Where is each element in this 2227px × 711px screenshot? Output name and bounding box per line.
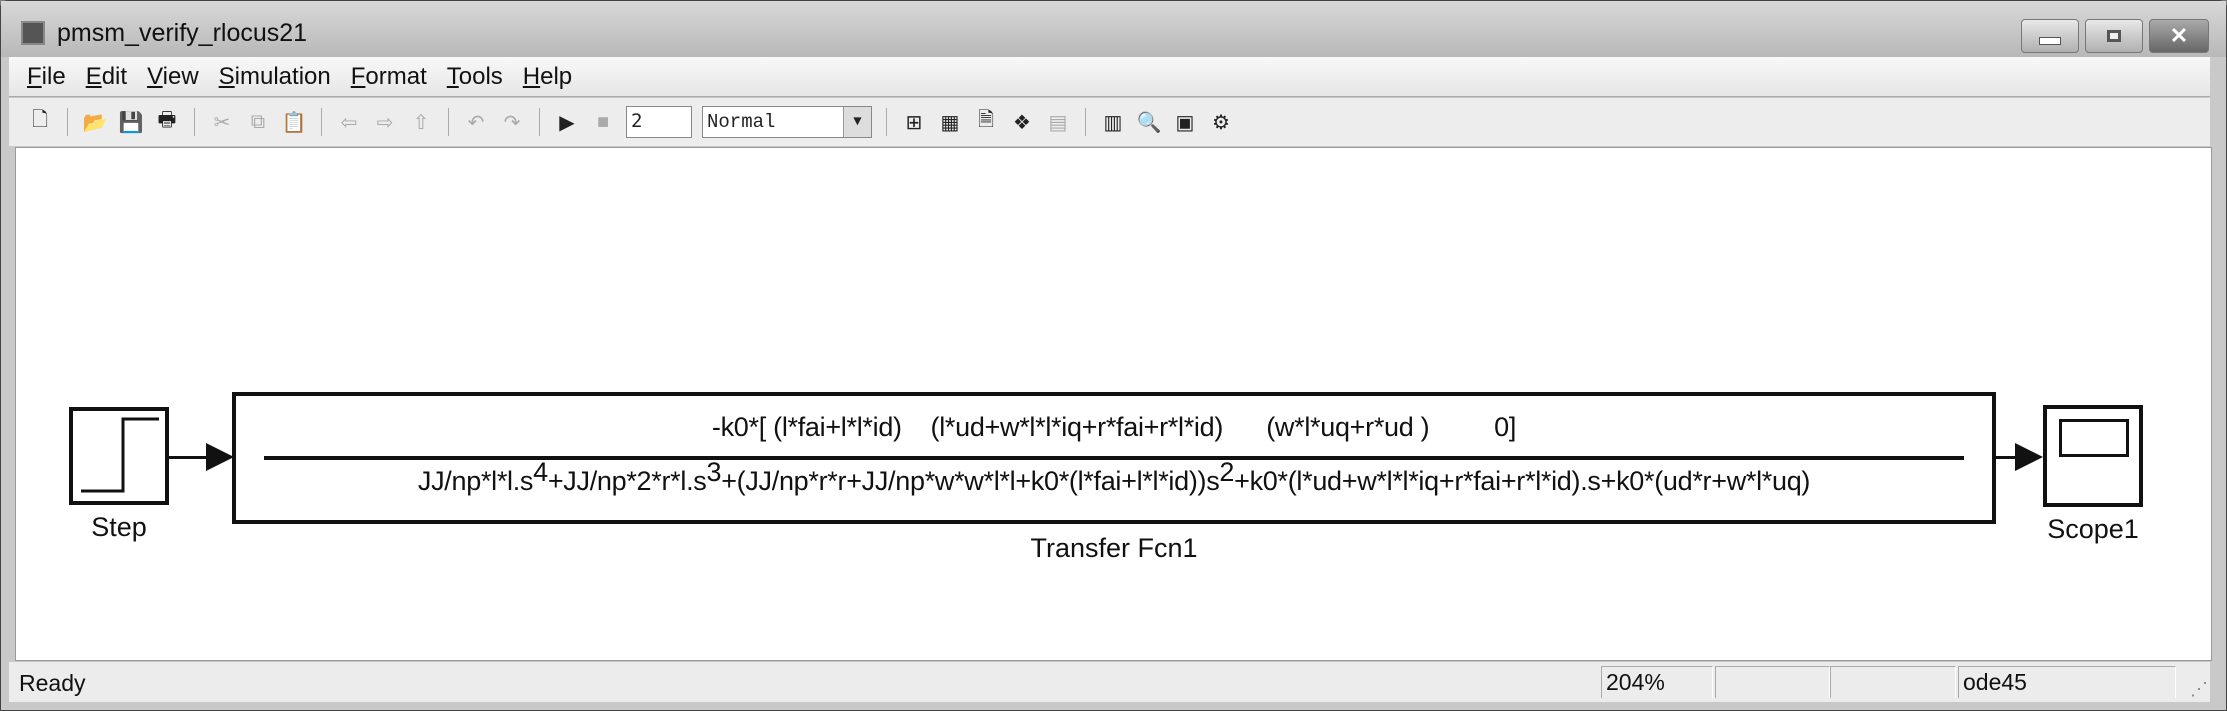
- separator: [1085, 108, 1086, 136]
- arrow-head-icon: [2015, 443, 2043, 471]
- simulation-mode-value: Normal: [707, 111, 776, 133]
- status-field: [1715, 666, 1830, 698]
- start-simulation-icon[interactable]: ▶: [554, 109, 580, 135]
- model-advisor-icon[interactable]: 🗎: [973, 109, 999, 135]
- menu-edit[interactable]: Edit: [86, 63, 127, 91]
- fraction-bar: [264, 456, 1964, 460]
- simulink-app-icon: [21, 21, 45, 45]
- den-exponent: 2: [1219, 457, 1235, 487]
- layers-icon[interactable]: ❖: [1009, 109, 1035, 135]
- close-icon: ✕: [2169, 23, 2189, 48]
- model-explorer-icon[interactable]: 🔍: [1136, 109, 1162, 135]
- separator: [194, 108, 195, 136]
- stop-simulation-icon[interactable]: ■: [590, 109, 616, 135]
- den-exponent: 4: [533, 457, 548, 487]
- menu-view[interactable]: View: [147, 63, 199, 91]
- den-term: JJ/np*l*l.s: [417, 466, 534, 496]
- title-bar: pmsm_verify_rlocus21 ✕: [1, 1, 2226, 57]
- minimize-icon: [2039, 37, 2061, 45]
- debugger-icon[interactable]: ▣: [1172, 109, 1198, 135]
- den-term: +JJ/np*2*r*l.s: [547, 466, 707, 496]
- simulation-mode-select[interactable]: Normal ▼: [702, 106, 872, 138]
- status-bar: Ready 204% ode45 ⋰: [9, 662, 2210, 702]
- scope-screen-icon: [2059, 419, 2129, 457]
- model-canvas[interactable]: Step -k0*[ (l*fai+l*l*id) (l*ud+w*l*l*iq…: [15, 147, 2212, 661]
- menu-tools[interactable]: Tools: [447, 63, 503, 91]
- menu-simulation[interactable]: Simulation: [219, 63, 331, 91]
- cut-icon[interactable]: ✂: [209, 109, 235, 135]
- open-folder-icon[interactable]: 📂: [82, 109, 108, 135]
- forward-arrow-icon[interactable]: ⇨: [372, 109, 398, 135]
- chevron-down-icon: ▼: [843, 107, 871, 137]
- close-button[interactable]: ✕: [2149, 19, 2209, 53]
- update-diagram-icon[interactable]: ▦: [937, 109, 963, 135]
- redo-icon[interactable]: ↷: [499, 109, 525, 135]
- menu-file[interactable]: File: [27, 63, 66, 91]
- arrow-head-icon: [206, 443, 234, 471]
- separator: [539, 108, 540, 136]
- separator: [448, 108, 449, 136]
- back-arrow-icon[interactable]: ⇦: [336, 109, 362, 135]
- step-icon: [81, 417, 159, 493]
- settings-gear-icon[interactable]: ⚙: [1208, 109, 1234, 135]
- save-icon[interactable]: 💾: [118, 109, 144, 135]
- window-title: pmsm_verify_rlocus21: [57, 19, 308, 47]
- den-term: +k0*(l*ud+w*l*l*iq+r*fai+r*l*id).s+k0*(u…: [1234, 466, 1811, 496]
- transfer-fcn-block[interactable]: -k0*[ (l*fai+l*l*id) (l*ud+w*l*l*iq+r*fa…: [232, 392, 1996, 524]
- step-block[interactable]: [69, 407, 169, 505]
- stop-time-input[interactable]: 2: [626, 106, 692, 138]
- den-exponent: 3: [706, 457, 722, 487]
- step-label: Step: [91, 512, 147, 542]
- maximize-icon: [2107, 30, 2121, 42]
- simulink-window: pmsm_verify_rlocus21 ✕ File Edit View Si…: [0, 0, 2227, 711]
- copy-icon[interactable]: ⧉: [245, 109, 271, 135]
- separator: [886, 108, 887, 136]
- resize-grip-icon[interactable]: ⋰: [2190, 679, 2208, 700]
- scope-block[interactable]: [2043, 405, 2143, 507]
- toolbar: 🗋 📂 💾 🖶 ✂ ⧉ 📋 ⇦ ⇨ ⇧ ↶ ↷ ▶ ■ 2 Normal ▼ ⊞ …: [9, 98, 2210, 146]
- den-term: +(JJ/np*r*r+JJ/np*w*w*l*l+k0*(l*fai+l*l*…: [721, 466, 1220, 496]
- new-model-icon[interactable]: 🗋: [27, 109, 53, 135]
- zoom-level: 204%: [1601, 666, 1713, 698]
- scope-label: Scope1: [2047, 514, 2139, 544]
- separator: [67, 108, 68, 136]
- tf-denominator: JJ/np*l*l.s4+JJ/np*2*r*l.s3+(JJ/np*r*r+J…: [236, 459, 1992, 497]
- paste-icon[interactable]: 📋: [281, 109, 307, 135]
- refresh-icon[interactable]: ▤: [1045, 109, 1071, 135]
- menu-help[interactable]: Help: [523, 63, 572, 91]
- build-icon[interactable]: ⊞: [901, 109, 927, 135]
- up-arrow-icon[interactable]: ⇧: [408, 109, 434, 135]
- status-text: Ready: [19, 670, 86, 696]
- transfer-fcn-label: Transfer Fcn1: [1030, 533, 1198, 563]
- tf-numerator: -k0*[ (l*fai+l*l*id) (l*ud+w*l*l*iq+r*fa…: [711, 412, 1517, 442]
- library-browser-icon[interactable]: ▥: [1100, 109, 1126, 135]
- separator: [321, 108, 322, 136]
- maximize-button[interactable]: [2085, 19, 2143, 53]
- print-icon[interactable]: 🖶: [154, 109, 180, 135]
- status-field: [1830, 666, 1956, 698]
- undo-icon[interactable]: ↶: [463, 109, 489, 135]
- solver-name: ode45: [1958, 666, 2176, 698]
- minimize-button[interactable]: [2021, 19, 2079, 53]
- menu-format[interactable]: Format: [351, 63, 427, 91]
- menu-bar: File Edit View Simulation Format Tools H…: [9, 57, 2210, 97]
